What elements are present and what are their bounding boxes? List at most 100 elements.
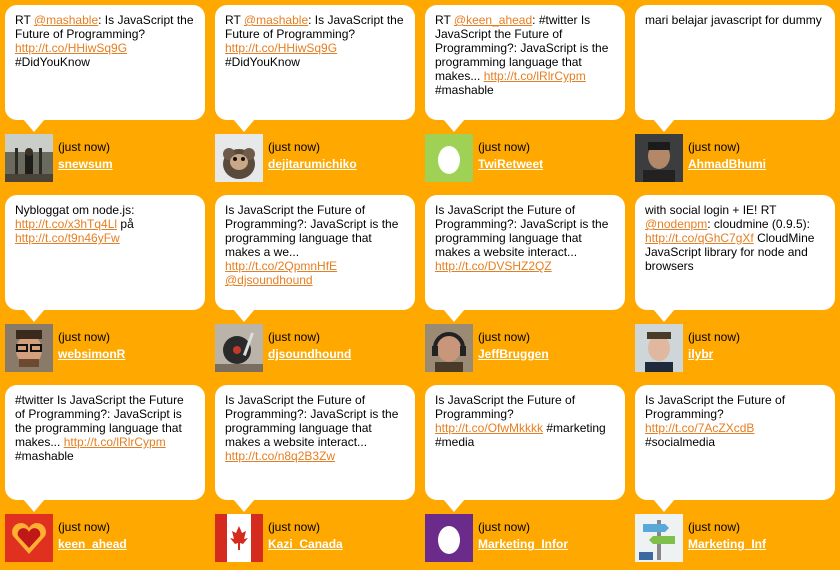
tweet-text-segment: #mashable xyxy=(15,449,74,463)
bubble-tail xyxy=(23,309,45,322)
avatar[interactable] xyxy=(215,134,263,182)
bubble-tail xyxy=(233,499,255,512)
tweet-link[interactable]: http://t.co/2QpmnHfE xyxy=(225,259,337,273)
tweet-link[interactable]: @nodenpm xyxy=(645,217,707,231)
tweet-text-segment: Is JavaScript the Future of Programming? xyxy=(645,393,786,421)
tweet-text-segment: RT xyxy=(15,13,34,27)
tweet-time: (just now) xyxy=(268,520,321,534)
username-link[interactable]: Marketing_Infor xyxy=(478,537,568,551)
avatar[interactable] xyxy=(635,324,683,372)
tweet-card: #twitter Is JavaScript the Future of Pro… xyxy=(5,385,205,570)
tweet-text-segment: #DidYouKnow xyxy=(15,55,90,69)
tweet-bubble: RT @mashable: Is JavaScript the Future o… xyxy=(5,5,205,120)
tweet-link[interactable]: http://t.co/HHiwSq9G xyxy=(225,41,337,55)
tweet-link[interactable]: http://t.co/x3hTq4Ll xyxy=(15,217,117,231)
tweet-bubble: #twitter Is JavaScript the Future of Pro… xyxy=(5,385,205,500)
avatar[interactable] xyxy=(5,134,53,182)
username-link[interactable]: Marketing_Inf xyxy=(688,537,766,551)
tweet-text: with social login + IE! RT @nodenpm: clo… xyxy=(645,203,825,273)
tweet-text-segment: mari belajar javascript for dummy xyxy=(645,13,822,27)
bubble-tail xyxy=(23,499,45,512)
tweet-card: RT @mashable: Is JavaScript the Future o… xyxy=(5,5,205,190)
tweet-card: RT @keen_ahead: #twitter Is JavaScript t… xyxy=(425,5,625,190)
username-link[interactable]: TwiRetweet xyxy=(478,157,543,171)
tweet-bubble: RT @mashable: Is JavaScript the Future o… xyxy=(215,5,415,120)
tweet-link[interactable]: @djsoundhound xyxy=(225,273,313,287)
username-link[interactable]: AhmadBhumi xyxy=(688,157,766,171)
tweet-meta: (just now) Marketing_Inf xyxy=(635,514,835,564)
username-link[interactable]: snewsum xyxy=(58,157,113,171)
username-link[interactable]: ilybr xyxy=(688,347,713,361)
tweet-time: (just now) xyxy=(478,330,531,344)
tweet-time: (just now) xyxy=(688,330,741,344)
tweet-link[interactable]: http://t.co/lRlrCypm xyxy=(484,69,586,83)
tweet-time: (just now) xyxy=(58,520,111,534)
tweet-card: with social login + IE! RT @nodenpm: clo… xyxy=(635,195,835,380)
avatar[interactable] xyxy=(635,514,683,562)
tweet-text: Is JavaScript the Future of Programming?… xyxy=(645,393,825,449)
bubble-tail xyxy=(653,499,675,512)
tweet-link[interactable]: http://t.co/OfwMkkkk xyxy=(435,421,543,435)
bridge-photo-avatar xyxy=(5,134,53,182)
username-link[interactable]: djsoundhound xyxy=(268,347,351,361)
avatar[interactable] xyxy=(425,514,473,562)
tweet-meta: (just now) keen_ahead xyxy=(5,514,205,564)
tweet-link[interactable]: http://t.co/t9n46yFw xyxy=(15,231,120,245)
username-link[interactable]: Kazi_Canada xyxy=(268,537,343,551)
username-link[interactable]: websimonR xyxy=(58,347,125,361)
tweet-card: Is JavaScript the Future of Programming?… xyxy=(425,195,625,380)
tweet-link[interactable]: @mashable xyxy=(34,13,98,27)
tweet-meta: (just now) djsoundhound xyxy=(215,324,415,374)
tweet-text-segment: #DidYouKnow xyxy=(225,55,300,69)
bubble-tail xyxy=(233,119,255,132)
tweet-text: Nybloggat om node.js: http://t.co/x3hTq4… xyxy=(15,203,195,245)
tweet-link[interactable]: http://t.co/n8q2B3Zw xyxy=(225,449,335,463)
tweet-link[interactable]: @keen_ahead xyxy=(454,13,532,27)
avatar[interactable] xyxy=(5,514,53,562)
tweet-card: Is JavaScript the Future of Programming?… xyxy=(635,385,835,570)
bubble-tail xyxy=(443,309,465,322)
purple-egg-avatar xyxy=(425,514,473,562)
tweet-link[interactable]: http://t.co/DVSHZ2QZ xyxy=(435,259,552,273)
avatar[interactable] xyxy=(425,324,473,372)
tweet-text: Is JavaScript the Future of Programming?… xyxy=(225,393,405,463)
bubble-tail xyxy=(443,119,465,132)
username-link[interactable]: JeffBruggen xyxy=(478,347,549,361)
tweet-meta: (just now) websimonR xyxy=(5,324,205,374)
tweet-text-segment: Nybloggat om node.js: xyxy=(15,203,135,217)
tweet-bubble: Is JavaScript the Future of Programming?… xyxy=(215,385,415,500)
canada-flag-avatar xyxy=(215,514,263,562)
tweet-link[interactable]: @mashable xyxy=(244,13,308,27)
tweet-text-segment: RT xyxy=(225,13,244,27)
tweet-text-segment: Is JavaScript the Future of Programming?… xyxy=(435,203,609,259)
tweet-link[interactable]: http://t.co/lRlrCypm xyxy=(64,435,166,449)
tweet-text-segment: RT xyxy=(435,13,454,27)
tweet-text-segment: with social login + IE! RT xyxy=(645,203,777,217)
tweet-bubble: mari belajar javascript for dummy xyxy=(635,5,835,120)
tweet-meta: (just now) ilybr xyxy=(635,324,835,374)
tweet-text: RT @mashable: Is JavaScript the Future o… xyxy=(15,13,195,69)
avatar[interactable] xyxy=(5,324,53,372)
username-link[interactable]: dejitarumichiko xyxy=(268,157,357,171)
tweet-link[interactable]: http://t.co/7AcZXcdB xyxy=(645,421,754,435)
tweet-text: RT @keen_ahead: #twitter Is JavaScript t… xyxy=(435,13,615,97)
tweet-bubble: with social login + IE! RT @nodenpm: clo… xyxy=(635,195,835,310)
tweet-link[interactable]: http://t.co/qGhC7gXf xyxy=(645,231,754,245)
tweet-text-segment: på xyxy=(117,217,134,231)
avatar[interactable] xyxy=(425,134,473,182)
tweet-link[interactable]: http://t.co/HHiwSq9G xyxy=(15,41,127,55)
tweet-bubble: RT @keen_ahead: #twitter Is JavaScript t… xyxy=(425,5,625,120)
man-headphones-avatar xyxy=(425,324,473,372)
avatar[interactable] xyxy=(215,324,263,372)
tweet-card: Is JavaScript the Future of Programming?… xyxy=(215,385,415,570)
tweet-meta: (just now) JeffBruggen xyxy=(425,324,625,374)
tweet-meta: (just now) dejitarumichiko xyxy=(215,134,415,184)
avatar[interactable] xyxy=(215,514,263,562)
tweet-text-segment: Is JavaScript the Future of Programming?… xyxy=(225,203,399,259)
tweet-time: (just now) xyxy=(268,330,321,344)
username-link[interactable]: keen_ahead xyxy=(58,537,127,551)
tweet-card: Is JavaScript the Future of Programming?… xyxy=(425,385,625,570)
avatar[interactable] xyxy=(635,134,683,182)
tweet-bubble: Is JavaScript the Future of Programming?… xyxy=(425,195,625,310)
heart-avatar xyxy=(5,514,53,562)
